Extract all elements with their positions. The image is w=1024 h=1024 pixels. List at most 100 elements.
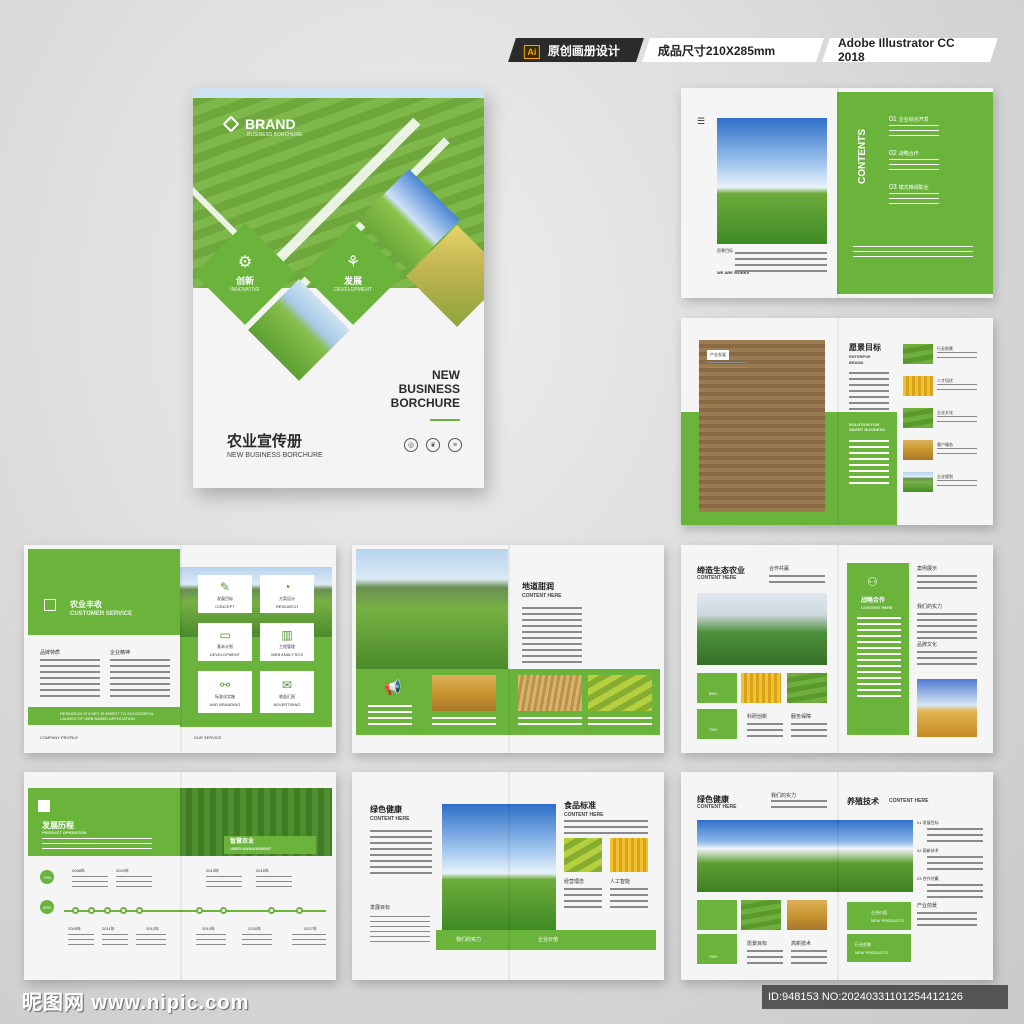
eco-right-item: 案例展示: [917, 566, 938, 572]
eco-service: 服务保障: [791, 714, 812, 720]
brochure-cover: BRAND BUSINESS BORCHURE ⚙ 创新 INNOVATIVE ⚘ 发…: [193, 88, 484, 488]
breed-hitech: 高新技术: [791, 941, 812, 947]
timeline-text: [256, 876, 292, 891]
timeline-dot: [72, 907, 79, 914]
land-caption: [518, 717, 582, 729]
new-products-title: 行业前景: [855, 942, 871, 947]
breed-tech-en: CONTENT HERE: [889, 798, 929, 804]
timeline-year: 2017年: [304, 926, 317, 931]
timeline-dot: [104, 907, 111, 914]
customer-footer-right: OUR SERVICE: [194, 735, 222, 740]
hexagon-icon: [222, 115, 240, 133]
leaf-icon: ❦: [426, 438, 440, 452]
land-title: 地道甜润: [522, 582, 554, 591]
eco-strategy-text: [857, 617, 901, 701]
green-title: 绿色健康: [370, 805, 402, 814]
vision-list-item: 人才培优: [903, 376, 987, 396]
contents-label: CONTENTS: [857, 129, 868, 184]
timeline-year: 2015年: [256, 868, 269, 873]
green-ai: 人工智能: [610, 879, 631, 885]
land-caption: [588, 717, 652, 729]
breed-list-item: 01 发展目标: [917, 820, 939, 825]
history-percent: 80%: [40, 900, 54, 914]
smart-title-en: USER MANAGEMENT: [230, 846, 272, 851]
contents-footer-text: [853, 246, 973, 261]
photo-corn: [610, 838, 648, 872]
menu-icon: ☰: [697, 116, 706, 126]
timeline-dot: [88, 907, 95, 914]
breed-hitech-text: [791, 950, 827, 968]
eco-right-text: [917, 575, 977, 593]
book-icon: ▭: [219, 627, 231, 642]
new-products-box: [847, 934, 911, 962]
customer-col2: 企业精神: [110, 650, 131, 656]
eco-title-en: CONTENT HERE: [697, 575, 737, 581]
customer-title: 农业丰收: [70, 600, 102, 609]
eco-right-item: 我们的实力: [917, 604, 943, 610]
development-icon: ⚘: [345, 254, 361, 271]
timeline-text: [292, 934, 326, 949]
timeline-year: 2012年: [146, 926, 159, 931]
history-header-text: [42, 838, 152, 853]
timeline-dot: [136, 907, 143, 914]
chart-icon: [38, 800, 50, 812]
land-title-en: CONTENT HERE: [522, 593, 562, 599]
breed-vision-text: [747, 950, 783, 968]
timeline-year: 2011年: [102, 926, 115, 931]
timeline-year: 2014年: [202, 926, 215, 931]
target-icon: ◎: [404, 438, 418, 452]
message-icon: ✉: [281, 677, 293, 692]
green-dev: 企业价值: [538, 937, 559, 943]
land-caption: [432, 717, 496, 729]
eco-strategy-en: CONTENT HERE: [861, 605, 893, 610]
ai-icon: Ai: [524, 44, 540, 59]
green-goal-list: [370, 916, 430, 946]
eco-right-text: [917, 613, 977, 643]
caption-text: [735, 252, 827, 276]
timeline-text: [242, 934, 272, 949]
service-box: ✎ 发展目标 CONCEPT: [198, 575, 252, 613]
timeline-text: [72, 876, 108, 891]
size-tag: 成品尺寸210X285mm: [642, 38, 824, 62]
contents-item: 03 模式推阔职业: [889, 184, 929, 191]
brand-subtitle: BUSINESS BORCHURE: [247, 132, 303, 138]
eco-right-item: 品牌文化: [917, 642, 938, 648]
new-products-box: [847, 902, 911, 930]
size-label: 成品尺寸210X285mm: [658, 43, 776, 58]
cover-icons: ◎ ❦ ≡: [404, 438, 462, 452]
photo-green-field: [442, 804, 556, 930]
software-tag: Adobe Illustrator CC 2018: [822, 36, 998, 64]
timeline-dot: [196, 907, 203, 914]
timeline-dot: [220, 907, 227, 914]
photo-crops: [564, 838, 602, 872]
timeline-dot: [120, 907, 127, 914]
vision-body: [849, 372, 889, 414]
spread-eco: 缔造生态农业 CONTENT HERE 合作共赢 850+ 750+ 科研创新 …: [681, 545, 993, 753]
vision-solution: SOLUTION FOR SMART BUSINESS: [849, 422, 885, 432]
land-band-text: [368, 705, 412, 729]
vision-list-item: 客户服务: [903, 440, 987, 460]
customer-col1-text: [40, 659, 100, 701]
eco-service-text: [791, 723, 827, 741]
design-tag: Ai 原创画册设计: [508, 38, 644, 62]
eco-coop-text: [769, 575, 825, 587]
new-products-en: NEW PRODUCTS: [871, 918, 904, 923]
pie-icon: ◔: [283, 579, 291, 594]
spread-land: 地道甜润 CONTENT HERE 📢: [352, 545, 664, 753]
photo-wheat-harvest: [432, 675, 496, 711]
vision-tag-text: [707, 362, 747, 372]
timeline-dot: [296, 907, 303, 914]
timeline-year: 2013年: [206, 868, 219, 873]
handshake-icon: ⚇: [867, 575, 878, 589]
breed-stat: 750+: [709, 954, 719, 959]
contents-item: 02 战略合作: [889, 150, 919, 157]
eco-stat1: 850+: [709, 691, 719, 696]
breed-title-en: CONTENT HERE: [697, 804, 737, 810]
eco-tech-text: [747, 723, 783, 741]
timeline-text: [68, 934, 94, 949]
photo-corn: [741, 673, 781, 703]
eco-stat2: 750+: [709, 727, 719, 732]
breed-list: 01 发展目标 02 高新技术 03 合作共赢: [917, 820, 989, 902]
eco-stat-box: [697, 673, 737, 703]
watermark: 昵图网 www.nipic.com: [22, 992, 250, 1014]
